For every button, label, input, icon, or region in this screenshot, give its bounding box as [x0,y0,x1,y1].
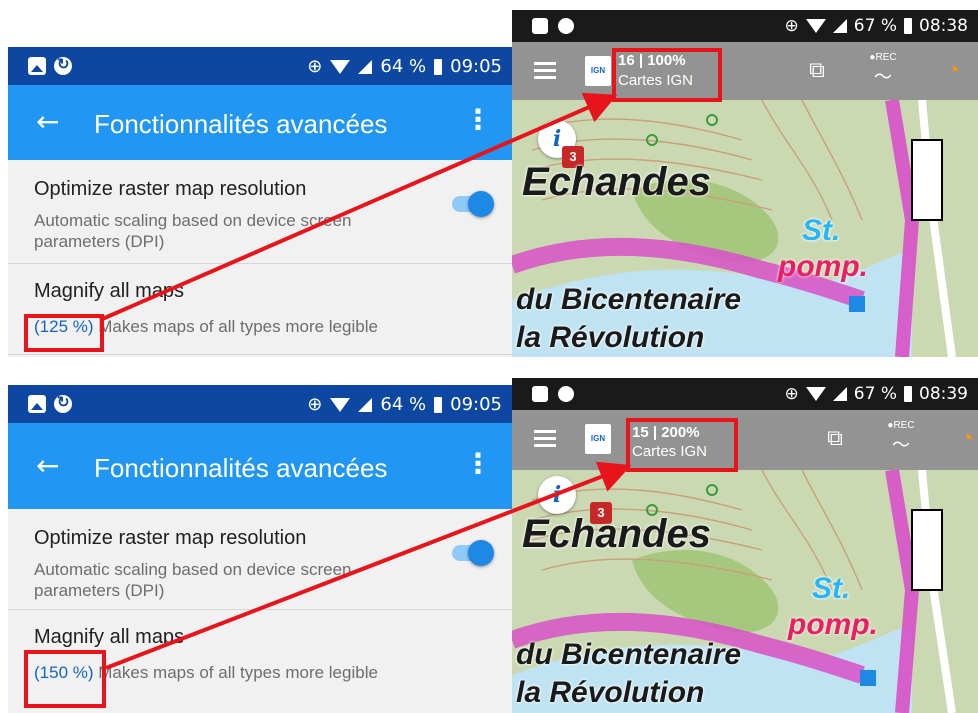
map-label-revolution: la Révolution [516,676,705,709]
settings-panel-top: ⊕ 64 % 09:05 ← Fonctionnalités avancées … [8,47,512,357]
menu-icon[interactable] [534,62,556,79]
signal-icon [358,397,373,412]
magnify-desc: Makes maps of all types more legible [93,663,378,682]
setting-subtitle: Automatic scaling based on device screen… [34,211,352,251]
battery-percent: 64 % [380,56,427,77]
map-label-place: Echandes [522,512,711,556]
info-button[interactable]: i [538,476,576,514]
page-title: Fonctionnalités avancées [94,109,388,139]
map-label-st: St. [812,572,851,605]
image-notification-icon [28,395,46,413]
magnify-desc: Makes maps of all types more legible [93,317,378,336]
image-notification-icon [532,386,548,402]
map-label-bicentenaire: du Bicentenaire [516,638,742,671]
record-label: ●REC [869,52,897,63]
setting-title: Optimize raster map resolution [34,178,307,200]
highlight-box-zoom-top [612,48,722,102]
setting-title: Optimize raster map resolution [34,527,307,549]
wifi-icon [805,19,826,33]
battery-icon [904,18,912,34]
wifi-icon [330,397,351,412]
battery-percent: 64 % [380,394,427,415]
highlight-box-125 [24,314,104,352]
map-view[interactable]: i 3 Echandes St. pomp. du Bicentenaire l… [512,470,978,713]
sync-notification-icon [54,55,72,75]
sync-notification-icon [558,386,574,402]
status-right: ⊕ 67 % 08:38 [785,16,968,36]
signal-icon [832,387,847,401]
sync-notification-icon [558,18,574,34]
map-label-bicentenaire: du Bicentenaire [516,283,742,316]
data-saver-icon: ⊕ [784,16,799,36]
clock: 08:38 [919,16,968,36]
image-notification-icon [28,57,46,75]
ign-logo: IGN [585,56,611,86]
setting-title: Magnify all maps [34,280,185,302]
toggle-knob [468,191,494,217]
status-bar: ⊕ 64 % 09:05 [8,385,512,423]
map-label-place: Echandes [522,160,711,204]
battery-percent: 67 % [853,16,897,36]
toolbar: ← Fonctionnalités avancées ⋮ [8,423,512,509]
clock: 09:05 [450,56,502,77]
sync-notification-icon [54,393,72,413]
signal-icon [832,19,847,33]
signal-icon [358,59,373,74]
battery-icon [904,386,912,402]
menu-icon[interactable] [534,430,556,447]
highlight-box-150 [24,650,106,708]
back-arrow-icon[interactable]: ← [36,105,59,138]
optimize-resolution-setting[interactable]: Optimize raster map resolution Automatic… [8,160,512,264]
record-icon[interactable]: ●REC 〜 [886,420,916,455]
data-saver-icon: ⊕ [307,394,323,415]
map-terrain [512,100,978,357]
map-panel-top: ⊕ 67 % 08:38 IGN 16 | 100% Cartes IGN ⧉ … [512,10,978,357]
battery-percent: 67 % [853,384,897,404]
toolbar: ← Fonctionnalités avancées ⋮ [8,85,512,160]
record-label: ●REC [887,420,915,431]
overflow-menu-icon[interactable]: ⋮ [464,447,492,480]
page-title: Fonctionnalités avancées [94,453,388,483]
setting-title: Magnify all maps [34,626,185,648]
wifi-icon [330,59,351,74]
status-bar: ⊕ 64 % 09:05 [8,47,512,85]
status-bar: ⊕ 67 % 08:39 [512,378,978,410]
battery-icon [434,396,443,413]
setting-subtitle: Automatic scaling based on device screen… [34,560,352,600]
data-saver-icon: ⊕ [307,56,323,77]
image-notification-icon [532,18,548,34]
optimize-toggle[interactable] [450,537,496,567]
track-icon[interactable]: ⧉ [820,425,850,451]
map-label-pomp: pomp. [788,608,878,641]
data-saver-icon: ⊕ [784,384,799,404]
wifi-icon [805,387,826,401]
map-toolbar: IGN 16 | 100% Cartes IGN ⧉ ●REC 〜 ◔ [512,42,978,100]
map-label-pomp: pomp. [778,250,868,283]
battery-icon [434,58,443,75]
back-arrow-icon[interactable]: ← [36,449,59,482]
map-label-st: St. [802,214,841,247]
map-view[interactable]: i 3 Echandes St. pomp. du Bicentenaire l… [512,100,978,357]
gps-icon[interactable]: ◔ [952,425,978,451]
gps-icon[interactable]: ◔ [938,57,968,83]
overflow-menu-icon[interactable]: ⋮ [464,103,492,136]
clock: 08:39 [919,384,968,404]
toggle-knob [468,540,494,566]
map-panel-bottom: ⊕ 67 % 08:39 IGN 15 | 200% Cartes IGN ⧉ … [512,378,978,713]
status-right: ⊕ 64 % 09:05 [307,394,502,415]
status-right: ⊕ 64 % 09:05 [307,56,502,77]
status-bar: ⊕ 67 % 08:38 [512,10,978,42]
ign-logo: IGN [585,424,611,454]
clock: 09:05 [450,394,502,415]
map-label-revolution: la Révolution [516,321,705,354]
optimize-resolution-setting[interactable]: Optimize raster map resolution Automatic… [8,509,512,610]
status-right: ⊕ 67 % 08:39 [785,384,968,404]
map-toolbar: IGN 15 | 200% Cartes IGN ⧉ ●REC 〜 ◔ [512,410,978,470]
record-icon[interactable]: ●REC 〜 [868,52,898,87]
optimize-toggle[interactable] [450,188,496,218]
track-icon[interactable]: ⧉ [802,57,832,83]
highlight-box-zoom-bottom [626,418,738,472]
